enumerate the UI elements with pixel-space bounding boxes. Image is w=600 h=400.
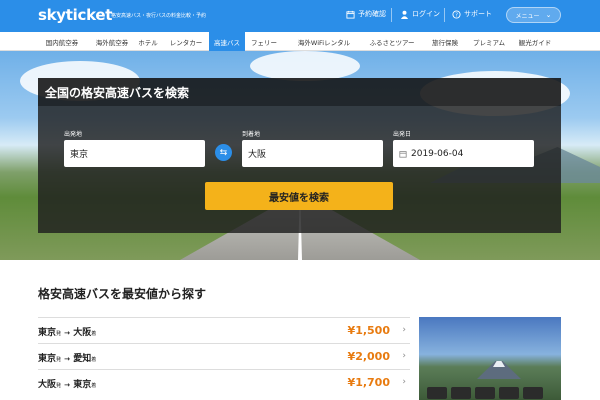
destination-value: 大阪 <box>248 150 267 160</box>
hero-banner: 全国の格安高速バスを検索 出発地 東京 ⇆ 到着地 大阪 出発日 2019-06… <box>0 51 600 260</box>
nav-sightseeing-guide[interactable]: 観光ガイド <box>516 32 554 51</box>
destination-input[interactable]: 大阪 <box>242 140 383 167</box>
route-origin: 大阪 <box>38 380 57 390</box>
arrow-right-icon: → <box>64 381 71 389</box>
reservation-check-link[interactable]: 予約確認 <box>346 9 386 19</box>
reservation-check-label: 予約確認 <box>358 10 386 18</box>
origin-value: 東京 <box>70 150 89 160</box>
route-destination: 愛知 <box>73 354 92 364</box>
route-price: ¥2,000 <box>347 350 390 363</box>
route-name: 東京発 → 大阪着 <box>38 325 96 338</box>
site-tagline: 格安高速バス・夜行バスの料金比較・予約 <box>111 13 207 19</box>
destination-suffix: 着 <box>91 331 97 337</box>
arrow-right-icon: → <box>64 355 71 363</box>
service-nav: 国内航空券 海外航空券 ホテル レンタカー 高速バス フェリー 海外WiFiレン… <box>0 32 600 51</box>
origin-suffix: 発 <box>56 357 62 363</box>
calendar-icon <box>346 10 355 19</box>
date-label: 出発日 <box>393 131 412 138</box>
menu-label: メニュー <box>515 12 540 20</box>
search-button-label: 最安値を検索 <box>269 192 329 204</box>
route-price: ¥1,500 <box>347 324 390 337</box>
route-row[interactable]: 大阪発 → 東京着 ¥1,700 › <box>38 369 410 395</box>
route-name: 大阪発 → 東京着 <box>38 377 96 390</box>
user-icon <box>400 10 409 19</box>
nav-rental-car[interactable]: レンタカー <box>164 32 208 51</box>
help-icon: ? <box>452 9 461 18</box>
nav-highway-bus[interactable]: 高速バス <box>209 32 245 51</box>
nav-ferry[interactable]: フェリー <box>247 32 281 51</box>
login-link[interactable]: ログイン <box>400 9 440 19</box>
bus-decoration <box>427 387 447 399</box>
route-row[interactable]: 東京発 → 愛知着 ¥2,000 › <box>38 343 410 369</box>
chevron-right-icon: › <box>402 351 406 361</box>
swap-arrows-icon: ⇆ <box>219 147 228 158</box>
swap-locations-button[interactable]: ⇆ <box>215 144 232 161</box>
route-promo-photo[interactable] <box>419 317 561 400</box>
route-row[interactable]: 東京発 → 大阪着 ¥1,500 › <box>38 317 410 343</box>
destination-suffix: 着 <box>91 383 97 389</box>
header-divider <box>444 8 445 22</box>
origin-label: 出発地 <box>64 131 83 138</box>
bus-decoration <box>451 387 471 399</box>
search-panel-title: 全国の格安高速バスを検索 <box>45 86 190 100</box>
route-destination: 東京 <box>73 380 92 390</box>
route-destination: 大阪 <box>73 328 92 338</box>
bus-decoration <box>523 387 543 399</box>
nav-domestic-flights[interactable]: 国内航空券 <box>38 32 86 51</box>
nav-premium[interactable]: プレミアム <box>470 32 508 51</box>
bus-search-panel: 全国の格安高速バスを検索 出発地 東京 ⇆ 到着地 大阪 出発日 2019-06… <box>38 78 561 233</box>
menu-button[interactable]: メニュー ⌄ <box>506 7 561 23</box>
origin-suffix: 発 <box>56 383 62 389</box>
nav-wifi-rental[interactable]: 海外WiFiレンタル <box>292 32 356 51</box>
calendar-icon <box>399 150 407 158</box>
chevron-down-icon: ⌄ <box>545 11 552 19</box>
nav-international-flights[interactable]: 海外航空券 <box>88 32 136 51</box>
login-label: ログイン <box>412 10 440 18</box>
origin-input[interactable]: 東京 <box>64 140 205 167</box>
support-link[interactable]: ? サポート <box>452 9 492 19</box>
nav-travel-insurance[interactable]: 旅行保険 <box>428 32 462 51</box>
route-origin: 東京 <box>38 354 57 364</box>
date-value: 2019-06-04 <box>411 148 464 159</box>
destination-suffix: 着 <box>91 357 97 363</box>
skyticket-logo[interactable]: skyticket <box>38 6 112 24</box>
routes-section-title: 格安高速バスを最安値から探す <box>38 287 207 301</box>
nav-hotels[interactable]: ホテル <box>135 32 161 51</box>
route-name: 東京発 → 愛知着 <box>38 351 96 364</box>
arrow-right-icon: → <box>64 329 71 337</box>
bus-decoration <box>475 387 495 399</box>
origin-suffix: 発 <box>56 331 62 337</box>
route-price: ¥1,700 <box>347 376 390 389</box>
chevron-right-icon: › <box>402 325 406 335</box>
svg-text:?: ? <box>455 12 458 18</box>
cloud-decoration <box>250 51 360 81</box>
search-lowest-price-button[interactable]: 最安値を検索 <box>205 182 393 210</box>
support-label: サポート <box>464 10 492 18</box>
destination-label: 到着地 <box>242 131 261 138</box>
bus-decoration <box>499 387 519 399</box>
chevron-right-icon: › <box>402 377 406 387</box>
header-divider <box>391 8 392 22</box>
nav-furusato-tour[interactable]: ふるさとツアー <box>368 32 416 51</box>
date-input[interactable]: 2019-06-04 <box>393 140 534 167</box>
route-origin: 東京 <box>38 328 57 338</box>
site-header: skyticket 格安高速バス・夜行バスの料金比較・予約 予約確認 ログイン … <box>0 0 600 32</box>
